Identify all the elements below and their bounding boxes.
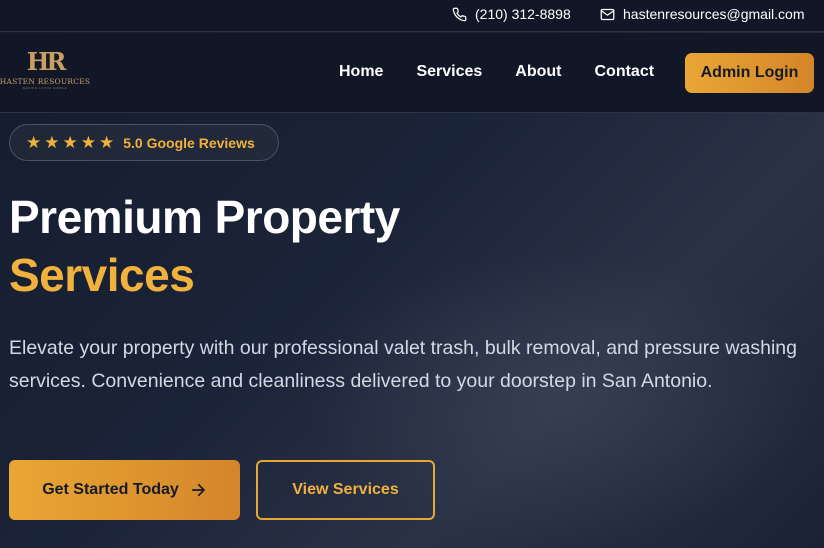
logo[interactable]: HR HASTEN RESOURCES MAKING LIVING SIMPLE	[0, 47, 90, 97]
star-icon: ★	[26, 133, 42, 152]
get-started-button[interactable]: Get Started Today	[9, 460, 240, 520]
hero-title: Premium Property Services	[9, 188, 400, 304]
nav-services[interactable]: Services	[416, 63, 482, 81]
phone-number: (210) 312-8898	[475, 6, 571, 22]
contact-bar: (210) 312-8898 hastenresources@gmail.com	[0, 0, 824, 32]
star-icon: ★	[99, 133, 115, 152]
logo-text: HASTEN RESOURCES	[0, 77, 91, 86]
hero-description: Elevate your property with our professio…	[9, 337, 797, 392]
email-contact[interactable]: hastenresources@gmail.com	[600, 6, 805, 22]
main-navigation: HR HASTEN RESOURCES MAKING LIVING SIMPLE…	[0, 33, 824, 113]
star-icon: ★	[44, 133, 60, 152]
arrow-right-icon	[191, 483, 205, 497]
view-services-button[interactable]: View Services	[256, 460, 435, 520]
hero-title-line1: Premium Property	[9, 191, 400, 243]
star-icon: ★	[62, 133, 78, 152]
nav-links: Home Services About Contact	[339, 63, 687, 81]
logo-tagline: MAKING LIVING SIMPLE	[22, 86, 68, 90]
get-started-label: Get Started Today	[42, 481, 179, 498]
phone-icon	[452, 7, 467, 21]
nav-home[interactable]: Home	[339, 63, 383, 81]
email-address: hastenresources@gmail.com	[623, 6, 805, 22]
admin-login-button[interactable]: Admin Login	[685, 53, 814, 93]
nav-contact[interactable]: Contact	[595, 63, 655, 81]
rating-stars: ★ ★ ★ ★ ★	[26, 134, 117, 151]
hero-title-line2: Services	[9, 249, 195, 301]
reviews-label: 5.0 Google Reviews	[123, 134, 255, 151]
star-icon: ★	[80, 133, 96, 152]
nav-about[interactable]: About	[515, 63, 561, 81]
logo-mark: HR	[26, 47, 67, 76]
mail-icon	[600, 8, 615, 20]
google-reviews-badge: ★ ★ ★ ★ ★ 5.0 Google Reviews	[9, 124, 279, 161]
phone-contact[interactable]: (210) 312-8898	[452, 6, 571, 22]
